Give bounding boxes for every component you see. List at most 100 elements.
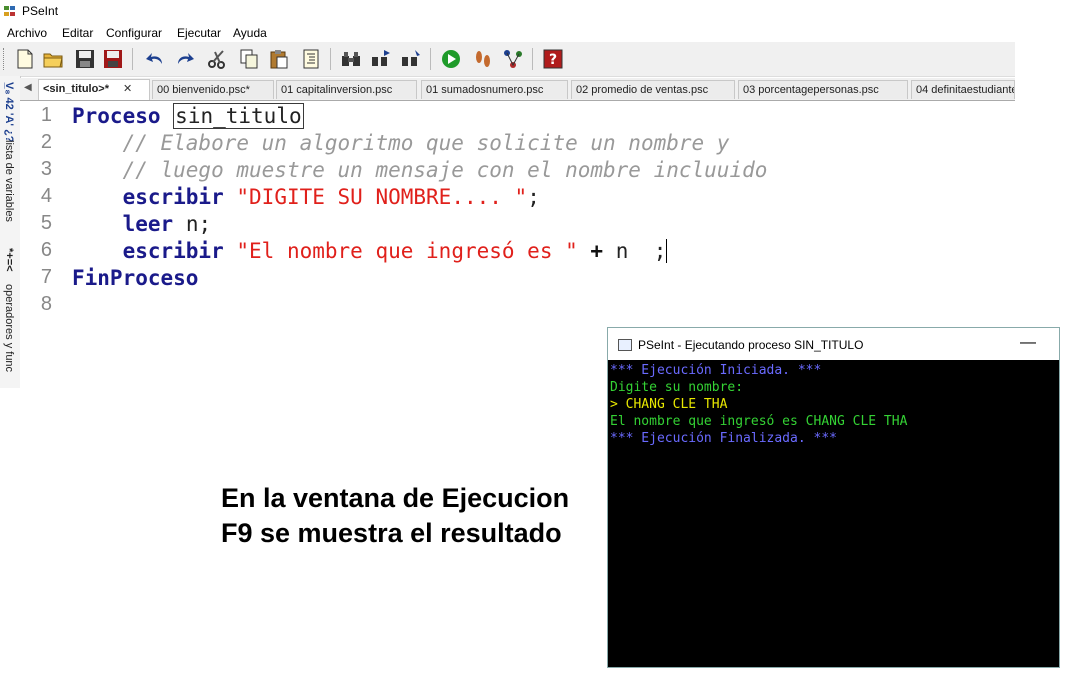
save-icon[interactable] (72, 46, 98, 72)
execution-window-title: PSeInt - Ejecutando proceso SIN_TITULO (638, 338, 864, 352)
code-line: 8 (20, 293, 1015, 320)
semicolon: ; (527, 185, 540, 209)
tab-porcentagepersonas[interactable]: 03 porcentagepersonas.psc (738, 80, 908, 99)
tab-label: 01 capitalinversion.psc (281, 84, 393, 96)
menu-editar[interactable]: Editar (62, 26, 93, 40)
caption-line-1: En la ventana de Ejecucion (221, 483, 570, 513)
execution-window-titlebar[interactable]: PSeInt - Ejecutando proceso SIN_TITULO — (608, 328, 1059, 360)
execution-window[interactable]: PSeInt - Ejecutando proceso SIN_TITULO —… (607, 327, 1060, 668)
menu-configurar[interactable]: Configurar (106, 26, 162, 40)
tab-bienvenido[interactable]: 00 bienvenido.psc* (152, 80, 274, 99)
code-line: 5 leer n; (20, 212, 1015, 239)
menu-ejecutar[interactable]: Ejecutar (177, 26, 221, 40)
tab-label: 02 promedio de ventas.psc (576, 84, 709, 96)
new-file-icon[interactable] (12, 46, 38, 72)
semicolon: ; (653, 239, 667, 263)
line-number: 5 (40, 212, 52, 234)
flowchart-diagram-icon[interactable] (500, 46, 526, 72)
help-icon[interactable]: ? (540, 46, 566, 72)
menu-bar: Archivo Editar Configurar Ejecutar Ayuda (0, 23, 1015, 42)
text-cursor (666, 239, 680, 263)
line-number: 4 (40, 185, 52, 207)
keyword: Proceso (72, 104, 161, 128)
toolbar-separator (132, 48, 133, 70)
console-window-icon (618, 339, 632, 351)
tab-definitaestudiante[interactable]: 04 definitaestudiante (911, 80, 1015, 99)
toolbar: ? (0, 42, 1015, 77)
operators-panel-tab[interactable]: operadores y func (3, 284, 15, 372)
tab-sumadosnumero[interactable]: 01 sumadosnumero.psc (421, 80, 568, 99)
undo-icon[interactable] (142, 46, 168, 72)
operators-panel-icon[interactable]: *+=< (3, 248, 15, 272)
search-binoculars-icon[interactable] (338, 46, 364, 72)
console-input-line: > CHANG CLE THA (610, 397, 728, 412)
run-play-icon[interactable] (438, 46, 464, 72)
copy-icon[interactable] (236, 46, 262, 72)
identifier: n; (185, 212, 212, 236)
window-titlebar: PSeInt (0, 0, 1070, 22)
string-literal: "DIGITE SU NOMBRE.... " (236, 185, 528, 209)
code-line: 4 escribir "DIGITE SU NOMBRE.... "; (20, 185, 1015, 212)
toolbar-grip (3, 48, 7, 70)
toolbar-separator (532, 48, 533, 70)
cut-icon[interactable] (204, 46, 230, 72)
process-name: sin_titulo (173, 103, 304, 129)
tab-label: 03 porcentagepersonas.psc (743, 84, 879, 96)
menu-archivo[interactable]: Archivo (7, 26, 47, 40)
variables-panel-icon[interactable]: V̲₈ 42 'A' ¿? (3, 82, 15, 143)
svg-text:?: ? (549, 52, 557, 68)
code-line: 7 FinProceso (20, 266, 1015, 293)
comment: // Elabore un algoritmo que solicite un … (122, 131, 730, 155)
code-line: 3 // luego muestre un mensaje con el nom… (20, 158, 1015, 185)
redo-icon[interactable] (172, 46, 198, 72)
line-number: 1 (40, 104, 52, 126)
tab-label: 04 definitaestudiante (916, 84, 1015, 96)
menu-ayuda[interactable]: Ayuda (233, 26, 267, 40)
save-as-icon[interactable] (100, 46, 126, 72)
console-line: *** Ejecución Finalizada. *** (610, 431, 837, 446)
keyword: leer (122, 212, 174, 236)
identifier: n (615, 239, 629, 263)
console-line: Digite su nombre: (610, 380, 744, 395)
line-number: 8 (40, 293, 52, 315)
file-tab-bar: ◀ <sin_titulo>* ✕ 00 bienvenido.psc* 01 c… (20, 78, 1015, 101)
keyword: escribir (122, 185, 224, 209)
keyword: escribir (122, 239, 224, 263)
tab-label: 01 sumadosnumero.psc (426, 84, 544, 96)
code-line: 1 Proceso sin_titulo (20, 103, 1015, 131)
line-number: 3 (40, 158, 52, 180)
side-panel: V̲₈ 42 'A' ¿? lista de variables *+=< op… (0, 76, 21, 388)
replace-icon[interactable] (398, 46, 424, 72)
close-icon[interactable]: ✕ (123, 83, 132, 95)
keyword: FinProceso (72, 266, 199, 290)
caption-line-2: F9 se muestra el resultado (221, 518, 562, 548)
toolbar-separator (330, 48, 331, 70)
tab-promedio-ventas[interactable]: 02 promedio de ventas.psc (571, 80, 735, 99)
console-line: El nombre que ingresó es CHANG CLE THA (610, 414, 908, 429)
tab-scroll-left-icon[interactable]: ◀ (24, 82, 32, 93)
tab-label: <sin_titulo>* (43, 83, 110, 95)
pseint-logo-icon (4, 6, 15, 16)
line-number: 6 (40, 239, 52, 261)
console-line: *** Ejecución Iniciada. *** (610, 363, 822, 378)
line-number: 2 (40, 131, 52, 153)
open-folder-icon[interactable] (40, 46, 66, 72)
line-number: 7 (40, 266, 52, 288)
indent-icon[interactable] (298, 46, 324, 72)
window-title: PSeInt (22, 4, 59, 18)
code-line: 2 // Elabore un algoritmo que solicite u… (20, 131, 1015, 158)
tab-label: 00 bienvenido.psc* (157, 84, 250, 96)
tab-sin-titulo[interactable]: <sin_titulo>* ✕ (38, 79, 150, 100)
comment: // luego muestre un mensaje con el nombr… (122, 158, 768, 182)
annotation-caption: En la ventana de Ejecucion F9 se muestra… (221, 481, 569, 551)
string-literal: "El nombre que ingresó es " (236, 239, 578, 263)
step-by-step-footprints-icon[interactable] (470, 46, 496, 72)
console-output: *** Ejecución Iniciada. *** Digite su nom… (610, 362, 907, 447)
toolbar-separator (430, 48, 431, 70)
minimize-button[interactable]: — (1020, 334, 1036, 352)
paste-icon[interactable] (266, 46, 292, 72)
variables-panel-tab[interactable]: lista de variables (3, 140, 15, 222)
find-next-icon[interactable] (368, 46, 394, 72)
tab-capitalinversion[interactable]: 01 capitalinversion.psc (276, 80, 417, 99)
code-line: 6 escribir "El nombre que ingresó es " +… (20, 239, 1015, 266)
